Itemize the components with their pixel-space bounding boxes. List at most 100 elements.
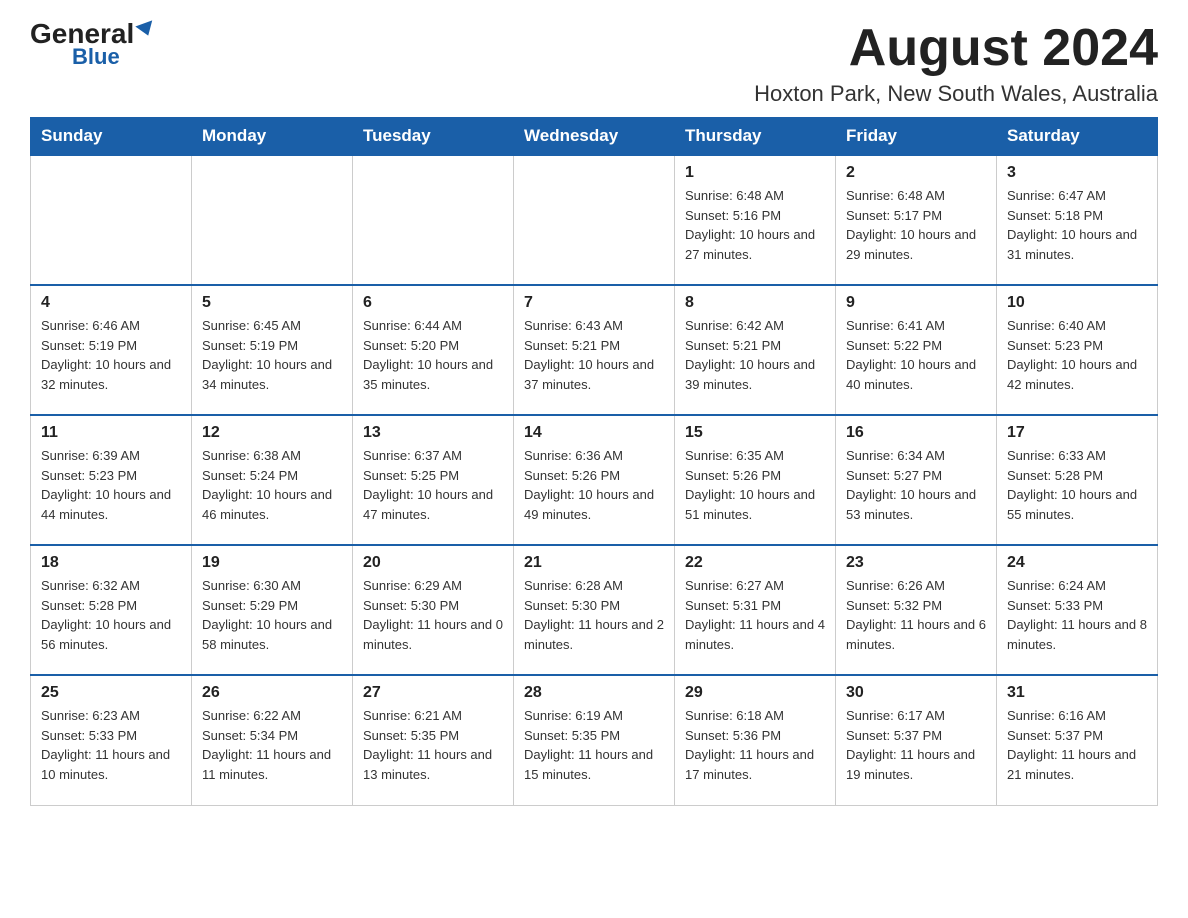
day-info: Sunrise: 6:44 AMSunset: 5:20 PMDaylight:… (363, 316, 503, 394)
calendar-cell-3-7: 17 Sunrise: 6:33 AMSunset: 5:28 PMDayligh… (997, 415, 1158, 545)
day-number: 19 (202, 554, 342, 572)
day-info: Sunrise: 6:48 AMSunset: 5:16 PMDaylight:… (685, 186, 825, 264)
calendar-header-wednesday: Wednesday (514, 118, 675, 156)
day-number: 10 (1007, 294, 1147, 312)
calendar-cell-1-1 (31, 155, 192, 285)
calendar-cell-5-4: 28Sunrise: 6:19 AMSunset: 5:35 PMDayligh… (514, 675, 675, 805)
day-info: Sunrise: 6:33 AMSunset: 5:28 PMDaylight:… (1007, 446, 1147, 524)
day-number: 24 (1007, 554, 1147, 572)
calendar-cell-3-6: 16Sunrise: 6:34 AMSunset: 5:27 PMDayligh… (836, 415, 997, 545)
day-number: 26 (202, 684, 342, 702)
day-info: Sunrise: 6:38 AMSunset: 5:24 PMDaylight:… (202, 446, 342, 524)
logo-triangle-icon (136, 20, 157, 38)
day-info: Sunrise: 6:22 AMSunset: 5:34 PMDaylight:… (202, 706, 342, 784)
day-info: Sunrise: 6:23 AMSunset: 5:33 PMDaylight:… (41, 706, 181, 784)
day-number: 23 (846, 554, 986, 572)
calendar-cell-5-3: 27 Sunrise: 6:21 AMSunset: 5:35 PMDayligh… (353, 675, 514, 805)
calendar-cell-3-5: 15 Sunrise: 6:35 AMSunset: 5:26 PMDayligh… (675, 415, 836, 545)
calendar-week-row-3: 11 Sunrise: 6:39 AMSunset: 5:23 PMDayligh… (31, 415, 1158, 545)
calendar-cell-2-2: 5Sunrise: 6:45 AMSunset: 5:19 PMDaylight… (192, 285, 353, 415)
calendar-cell-4-4: 21 Sunrise: 6:28 AMSunset: 5:30 PMDayligh… (514, 545, 675, 675)
day-number: 12 (202, 424, 342, 442)
day-info: Sunrise: 6:17 AMSunset: 5:37 PMDaylight:… (846, 706, 986, 784)
day-number: 31 (1007, 684, 1147, 702)
calendar-cell-1-6: 2 Sunrise: 6:48 AMSunset: 5:17 PMDaylight… (836, 155, 997, 285)
location-title: Hoxton Park, New South Wales, Australia (754, 81, 1158, 107)
calendar-week-row-5: 25 Sunrise: 6:23 AMSunset: 5:33 PMDayligh… (31, 675, 1158, 805)
calendar-cell-3-1: 11 Sunrise: 6:39 AMSunset: 5:23 PMDayligh… (31, 415, 192, 545)
day-info: Sunrise: 6:26 AMSunset: 5:32 PMDaylight:… (846, 576, 986, 654)
day-info: Sunrise: 6:27 AMSunset: 5:31 PMDaylight:… (685, 576, 825, 654)
calendar-header-tuesday: Tuesday (353, 118, 514, 156)
calendar-cell-4-2: 19 Sunrise: 6:30 AMSunset: 5:29 PMDayligh… (192, 545, 353, 675)
day-number: 17 (1007, 424, 1147, 442)
calendar-week-row-4: 18 Sunrise: 6:32 AMSunset: 5:28 PMDayligh… (31, 545, 1158, 675)
day-info: Sunrise: 6:32 AMSunset: 5:28 PMDaylight:… (41, 576, 181, 654)
calendar-cell-2-5: 8Sunrise: 6:42 AMSunset: 5:21 PMDaylight… (675, 285, 836, 415)
calendar-cell-2-6: 9 Sunrise: 6:41 AMSunset: 5:22 PMDaylight… (836, 285, 997, 415)
day-number: 21 (524, 554, 664, 572)
calendar-week-row-2: 4 Sunrise: 6:46 AMSunset: 5:19 PMDaylight… (31, 285, 1158, 415)
title-area: August 2024 Hoxton Park, New South Wales… (754, 20, 1158, 107)
calendar-cell-1-3 (353, 155, 514, 285)
calendar-cell-2-1: 4 Sunrise: 6:46 AMSunset: 5:19 PMDaylight… (31, 285, 192, 415)
day-info: Sunrise: 6:19 AMSunset: 5:35 PMDaylight:… (524, 706, 664, 784)
day-info: Sunrise: 6:43 AMSunset: 5:21 PMDaylight:… (524, 316, 664, 394)
calendar-cell-4-6: 23 Sunrise: 6:26 AMSunset: 5:32 PMDayligh… (836, 545, 997, 675)
day-info: Sunrise: 6:34 AMSunset: 5:27 PMDaylight:… (846, 446, 986, 524)
calendar-cell-4-3: 20 Sunrise: 6:29 AMSunset: 5:30 PMDayligh… (353, 545, 514, 675)
day-number: 20 (363, 554, 503, 572)
calendar-header-row: SundayMondayTuesdayWednesdayThursdayFrid… (31, 118, 1158, 156)
day-info: Sunrise: 6:30 AMSunset: 5:29 PMDaylight:… (202, 576, 342, 654)
calendar-cell-4-1: 18 Sunrise: 6:32 AMSunset: 5:28 PMDayligh… (31, 545, 192, 675)
day-info: Sunrise: 6:41 AMSunset: 5:22 PMDaylight:… (846, 316, 986, 394)
day-info: Sunrise: 6:40 AMSunset: 5:23 PMDaylight:… (1007, 316, 1147, 394)
day-number: 14 (524, 424, 664, 442)
day-number: 30 (846, 684, 986, 702)
page-header: General Blue August 2024 Hoxton Park, Ne… (30, 20, 1158, 107)
logo-blue: Blue (72, 44, 120, 70)
day-info: Sunrise: 6:24 AMSunset: 5:33 PMDaylight:… (1007, 576, 1147, 654)
calendar-cell-3-2: 12 Sunrise: 6:38 AMSunset: 5:24 PMDayligh… (192, 415, 353, 545)
calendar-header-saturday: Saturday (997, 118, 1158, 156)
day-info: Sunrise: 6:18 AMSunset: 5:36 PMDaylight:… (685, 706, 825, 784)
day-number: 8 (685, 294, 825, 312)
calendar-cell-1-4 (514, 155, 675, 285)
day-number: 9 (846, 294, 986, 312)
calendar-cell-4-5: 22Sunrise: 6:27 AMSunset: 5:31 PMDayligh… (675, 545, 836, 675)
calendar-header-thursday: Thursday (675, 118, 836, 156)
calendar-table: SundayMondayTuesdayWednesdayThursdayFrid… (30, 117, 1158, 806)
day-info: Sunrise: 6:37 AMSunset: 5:25 PMDaylight:… (363, 446, 503, 524)
day-number: 4 (41, 294, 181, 312)
calendar-header-monday: Monday (192, 118, 353, 156)
day-info: Sunrise: 6:39 AMSunset: 5:23 PMDaylight:… (41, 446, 181, 524)
day-info: Sunrise: 6:36 AMSunset: 5:26 PMDaylight:… (524, 446, 664, 524)
calendar-header-sunday: Sunday (31, 118, 192, 156)
day-number: 18 (41, 554, 181, 572)
day-info: Sunrise: 6:48 AMSunset: 5:17 PMDaylight:… (846, 186, 986, 264)
calendar-cell-3-4: 14 Sunrise: 6:36 AMSunset: 5:26 PMDayligh… (514, 415, 675, 545)
day-number: 13 (363, 424, 503, 442)
calendar-cell-2-4: 7Sunrise: 6:43 AMSunset: 5:21 PMDaylight… (514, 285, 675, 415)
day-info: Sunrise: 6:28 AMSunset: 5:30 PMDaylight:… (524, 576, 664, 654)
calendar-cell-2-7: 10 Sunrise: 6:40 AMSunset: 5:23 PMDayligh… (997, 285, 1158, 415)
calendar-cell-4-7: 24 Sunrise: 6:24 AMSunset: 5:33 PMDayligh… (997, 545, 1158, 675)
calendar-cell-2-3: 6Sunrise: 6:44 AMSunset: 5:20 PMDaylight… (353, 285, 514, 415)
day-number: 2 (846, 164, 986, 182)
day-number: 29 (685, 684, 825, 702)
calendar-cell-5-7: 31 Sunrise: 6:16 AMSunset: 5:37 PMDayligh… (997, 675, 1158, 805)
day-number: 11 (41, 424, 181, 442)
day-info: Sunrise: 6:16 AMSunset: 5:37 PMDaylight:… (1007, 706, 1147, 784)
day-info: Sunrise: 6:29 AMSunset: 5:30 PMDaylight:… (363, 576, 503, 654)
calendar-header-friday: Friday (836, 118, 997, 156)
day-number: 1 (685, 164, 825, 182)
day-number: 15 (685, 424, 825, 442)
calendar-cell-5-2: 26 Sunrise: 6:22 AMSunset: 5:34 PMDayligh… (192, 675, 353, 805)
day-info: Sunrise: 6:46 AMSunset: 5:19 PMDaylight:… (41, 316, 181, 394)
day-info: Sunrise: 6:35 AMSunset: 5:26 PMDaylight:… (685, 446, 825, 524)
day-info: Sunrise: 6:47 AMSunset: 5:18 PMDaylight:… (1007, 186, 1147, 264)
day-number: 5 (202, 294, 342, 312)
day-info: Sunrise: 6:21 AMSunset: 5:35 PMDaylight:… (363, 706, 503, 784)
day-number: 25 (41, 684, 181, 702)
day-number: 27 (363, 684, 503, 702)
